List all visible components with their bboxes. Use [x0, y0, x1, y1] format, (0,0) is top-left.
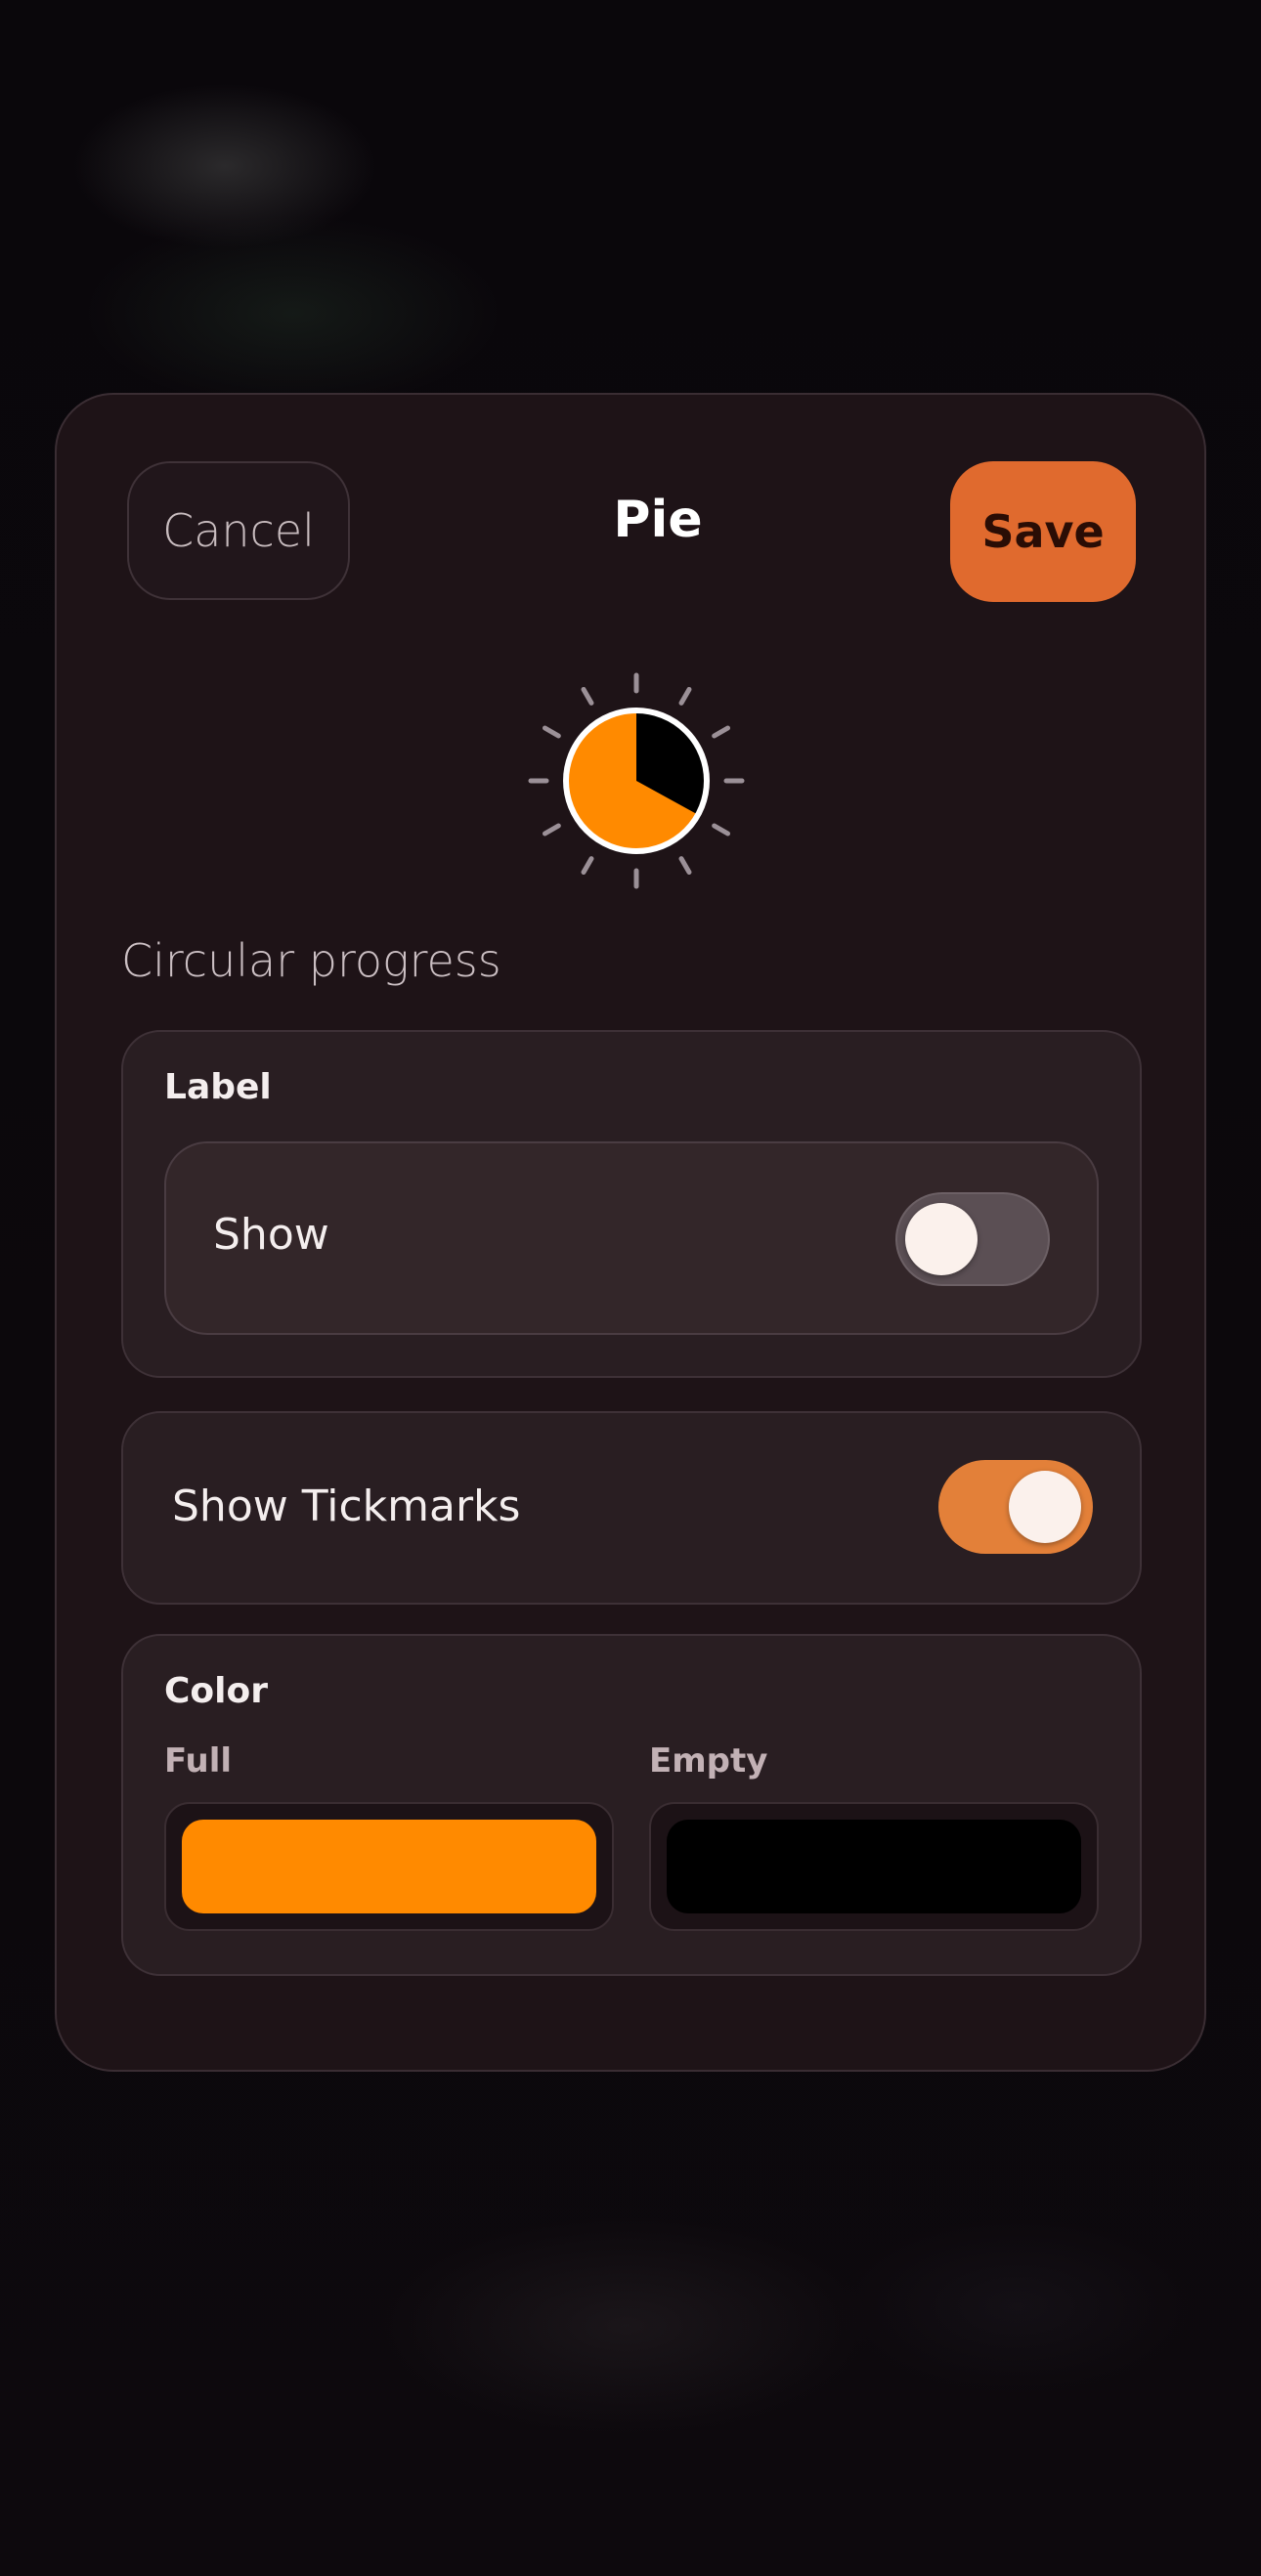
show-tickmarks-toggle[interactable] — [938, 1460, 1093, 1554]
full-color-swatch — [182, 1820, 596, 1913]
toggle-knob — [905, 1203, 978, 1275]
tickmark — [581, 856, 594, 876]
show-label-toggle[interactable] — [895, 1192, 1050, 1286]
pie-progress-icon — [528, 672, 745, 889]
color-card-title: Color — [164, 1671, 268, 1711]
label-card-title: Label — [164, 1067, 272, 1107]
empty-color-picker[interactable] — [649, 1802, 1099, 1931]
show-label-text: Show — [213, 1210, 329, 1260]
empty-color-swatch — [667, 1820, 1081, 1913]
color-settings-card: Color Full Empty — [121, 1634, 1142, 1976]
sheet-title: Pie — [613, 491, 703, 549]
tickmarks-card: Show Tickmarks — [121, 1411, 1142, 1605]
tickmark — [542, 725, 561, 739]
tickmark — [712, 823, 731, 837]
tickmark — [678, 856, 692, 876]
full-color-label: Full — [164, 1741, 233, 1781]
section-caption: Circular progress — [121, 934, 501, 987]
save-button-label: Save — [981, 505, 1105, 558]
show-tickmarks-label: Show Tickmarks — [172, 1481, 521, 1531]
cancel-button-label: Cancel — [162, 504, 315, 557]
tickmark — [712, 725, 731, 739]
cancel-button[interactable]: Cancel — [127, 461, 350, 600]
label-settings-card: Label Show — [121, 1030, 1142, 1378]
tickmark — [581, 686, 594, 706]
widget-settings-sheet: Cancel Pie Save Circular progress Label … — [55, 393, 1206, 2072]
tickmark — [678, 686, 692, 706]
empty-color-label: Empty — [649, 1741, 768, 1781]
toggle-knob — [1009, 1471, 1081, 1543]
full-color-picker[interactable] — [164, 1802, 614, 1931]
save-button[interactable]: Save — [950, 461, 1136, 602]
show-label-row: Show — [164, 1141, 1099, 1335]
tickmark — [542, 823, 561, 837]
